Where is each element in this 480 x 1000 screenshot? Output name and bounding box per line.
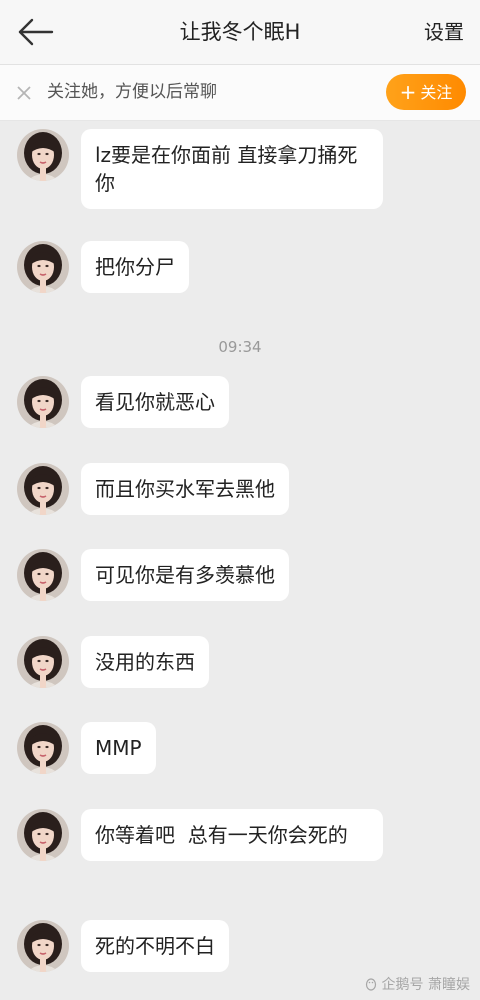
- sender-avatar[interactable]: [17, 463, 69, 515]
- follow-button[interactable]: + 关注: [386, 74, 466, 110]
- sender-avatar[interactable]: [17, 549, 69, 601]
- sender-avatar[interactable]: [17, 636, 69, 688]
- sender-avatar[interactable]: [17, 129, 69, 181]
- sender-avatar[interactable]: [17, 722, 69, 774]
- follow-prompt-text: 关注她，方便以后常聊: [47, 82, 217, 102]
- message-bubble: 而且你买水军去黑他: [81, 463, 289, 515]
- top-nav-bar: 让我冬个眠H 设置: [0, 0, 480, 65]
- sender-avatar[interactable]: [17, 809, 69, 861]
- message-timestamp: 09:34: [218, 338, 262, 356]
- close-icon: [17, 86, 31, 100]
- message-bubble: 没用的东西: [81, 636, 209, 688]
- message-bubble: lz要是在你面前 直接拿刀捅死你: [81, 129, 383, 209]
- penguin-logo-icon: [365, 978, 376, 991]
- chat-title: 让我冬个眠H: [179, 20, 301, 44]
- message-bubble: 看见你就恶心: [81, 376, 229, 428]
- message-bubble: 死的不明不白: [81, 920, 229, 972]
- message-bubble: 把你分尸: [81, 241, 189, 293]
- sender-avatar[interactable]: [17, 376, 69, 428]
- sender-avatar[interactable]: [17, 241, 69, 293]
- follow-button-label: 关注: [420, 83, 453, 102]
- plus-icon: +: [399, 80, 417, 104]
- sender-avatar[interactable]: [17, 920, 69, 972]
- watermark: 企鹅号 萧瞳娱: [364, 974, 470, 994]
- message-bubble: MMP: [81, 722, 156, 774]
- message-bubble: 你等着吧 总有一天你会死的: [81, 809, 383, 861]
- follow-suggestion-bar: 关注她，方便以后常聊 + 关注: [0, 65, 480, 121]
- message-bubble: 可见你是有多羡慕他: [81, 549, 289, 601]
- close-follow-bar-button[interactable]: [14, 83, 34, 103]
- settings-button[interactable]: 设置: [424, 18, 464, 46]
- watermark-text: 企鹅号 萧瞳娱: [381, 977, 470, 993]
